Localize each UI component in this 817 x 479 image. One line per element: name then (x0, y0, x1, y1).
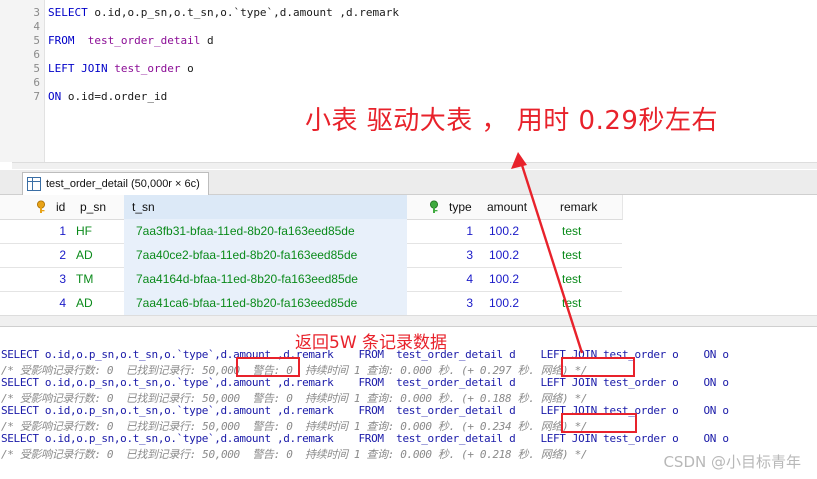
cell-t-sn[interactable]: 7aa40ce2-bfaa-11ed-8b20-fa163eed85de (124, 243, 407, 267)
message-sql-line: SELECT o.id,o.p_sn,o.t_sn,o.`type`,d.amo… (1, 432, 729, 445)
cell-amount[interactable]: 100.2 (479, 219, 552, 243)
cell-type[interactable]: 1 (407, 219, 479, 243)
cell-id[interactable]: 3 (20, 267, 72, 291)
sql-text: o (180, 62, 194, 75)
cell-remark[interactable]: test (552, 243, 622, 267)
annotation-text: 小表 驱动大表 ， 用时 0.29秒左右 (305, 106, 718, 136)
watermark: CSDN @小目标青年 (663, 453, 801, 471)
cell-p-sn[interactable]: AD (72, 243, 124, 267)
message-sql-line: SELECT o.id,o.p_sn,o.t_sn,o.`type`,d.amo… (1, 376, 729, 389)
column-header-amount[interactable]: amount (479, 195, 553, 220)
table-row[interactable]: 4 AD 7aa41ca6-bfaa-11ed-8b20-fa163eed85d… (0, 291, 622, 316)
grid-horizontal-scrollbar[interactable] (0, 315, 817, 326)
column-header-label: p_sn (80, 200, 107, 214)
cell-p-sn[interactable]: AD (72, 291, 124, 315)
table-grid-icon (27, 177, 41, 191)
line-number: 6 (33, 76, 40, 89)
cell-t-sn[interactable]: 7aa3fb31-bfaa-11ed-8b20-fa163eed85de (124, 219, 407, 243)
highlight-box-network-time (561, 357, 635, 377)
cell-id[interactable]: 4 (20, 291, 72, 315)
editor-horizontal-scrollbar[interactable] (12, 162, 817, 169)
sql-keyword: SELECT (48, 6, 88, 19)
cell-id[interactable]: 2 (20, 243, 72, 267)
code-line: FROM test_order_detail d (48, 34, 214, 47)
cell-amount[interactable]: 100.2 (479, 291, 552, 315)
column-header-remark[interactable]: remark (552, 195, 623, 220)
column-header-t-sn[interactable]: t_sn (124, 195, 408, 220)
sql-keyword: LEFT JOIN (48, 62, 108, 75)
column-header-label: t_sn (132, 200, 155, 214)
code-line: LEFT JOIN test_order o (48, 62, 194, 75)
sql-text: o.id,o.p_sn,o.t_sn,o.`type`,d.amount ,d.… (87, 6, 400, 19)
highlight-box-network-time (561, 413, 637, 433)
primary-key-icon (37, 200, 45, 213)
cell-p-sn[interactable]: TM (72, 267, 124, 291)
code-line: ON o.id=d.order_id (48, 90, 167, 103)
cell-p-sn[interactable]: HF (72, 219, 124, 243)
cell-type[interactable]: 3 (407, 291, 479, 315)
message-info-line: /* 受影响记录行数: 0 已找到记录行: 50,000 警告: 0 持续时间 … (1, 448, 588, 461)
foreign-key-icon (430, 200, 438, 213)
cell-amount[interactable]: 100.2 (479, 267, 552, 291)
cell-type[interactable]: 4 (407, 267, 479, 291)
column-header-label: remark (560, 200, 598, 214)
cell-remark[interactable]: test (552, 267, 622, 291)
code-line: SELECT o.id,o.p_sn,o.t_sn,o.`type`,d.amo… (48, 6, 399, 19)
column-header-label: amount (487, 200, 528, 214)
result-tab-bar: test_order_detail (50,000r × 6c) (0, 170, 817, 195)
column-header-type[interactable]: type (407, 195, 480, 220)
cell-t-sn[interactable]: 7aa4164d-bfaa-11ed-8b20-fa163eed85de (124, 267, 407, 291)
line-number: 5 (33, 62, 40, 75)
sql-editor[interactable]: 3 4 5 6 5 6 7 SELECT o.id,o.p_sn,o.t_sn,… (0, 0, 817, 162)
cell-id[interactable]: 1 (20, 219, 72, 243)
sql-keyword: FROM (48, 34, 75, 47)
column-header-id[interactable]: id (20, 195, 73, 220)
highlight-box-rows-found (236, 357, 300, 377)
cell-remark[interactable]: test (552, 219, 622, 243)
table-row[interactable]: 1 HF 7aa3fb31-bfaa-11ed-8b20-fa163eed85d… (0, 219, 622, 244)
tab-label: test_order_detail (50,000r × 6c) (46, 178, 200, 190)
sql-text: o.id=d.order_id (61, 90, 168, 103)
line-number: 6 (33, 48, 40, 61)
column-header-label: id (56, 200, 66, 214)
column-header-p-sn[interactable]: p_sn (72, 195, 125, 220)
line-number: 7 (33, 90, 40, 103)
cell-remark[interactable]: test (552, 291, 622, 315)
table-row[interactable]: 3 TM 7aa4164d-bfaa-11ed-8b20-fa163eed85d… (0, 267, 622, 292)
result-grid[interactable]: id p_sn t_sn type amount remark 1 HF 7aa… (0, 195, 817, 323)
cell-t-sn[interactable]: 7aa41ca6-bfaa-11ed-8b20-fa163eed85de (124, 291, 407, 315)
sql-table-name: test_order_detail (87, 34, 201, 47)
table-row[interactable]: 2 AD 7aa40ce2-bfaa-11ed-8b20-fa163eed85d… (0, 243, 622, 268)
sql-text: d (200, 34, 214, 47)
line-number: 3 (33, 6, 40, 19)
line-number: 4 (33, 20, 40, 33)
column-header-label: type (449, 200, 472, 214)
cell-type[interactable]: 3 (407, 243, 479, 267)
line-number-gutter: 3 4 5 6 5 6 7 (0, 0, 45, 162)
cell-amount[interactable]: 100.2 (479, 243, 552, 267)
line-number: 5 (33, 34, 40, 47)
sql-keyword: ON (48, 90, 62, 103)
annotation-note: 返回5W 条记录数据 (295, 333, 448, 353)
sql-table-name: test_order (114, 62, 181, 75)
tab-result-test-order-detail[interactable]: test_order_detail (50,000r × 6c) (22, 172, 209, 195)
row-header-corner (0, 195, 21, 220)
